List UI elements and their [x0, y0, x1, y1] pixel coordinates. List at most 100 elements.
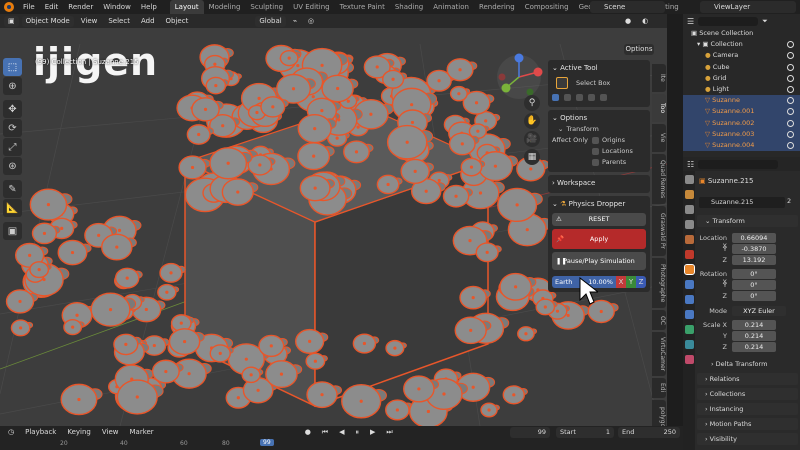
axis-y-toggle[interactable]: Y — [626, 276, 636, 288]
tab-layout[interactable]: Layout — [169, 0, 204, 14]
transform-subpanel[interactable]: ⌄ Transform — [552, 124, 646, 135]
camera-view-icon[interactable]: 🎥 — [524, 131, 540, 147]
eye-icon[interactable] — [787, 85, 794, 93]
pause-playback-icon[interactable]: ⏸ — [352, 427, 364, 438]
menu-edit[interactable]: Edit — [40, 0, 64, 14]
menu-help[interactable]: Help — [136, 0, 162, 14]
instancing-panel-header[interactable]: › Instancing — [697, 403, 798, 415]
visibility-panel-header[interactable]: › Visibility — [697, 433, 798, 445]
perspective-grid-icon[interactable]: ▦ — [524, 149, 540, 165]
snap-icon[interactable]: ⌁ — [289, 16, 301, 27]
sidebar-tab[interactable]: OC — [652, 310, 666, 330]
material-tab-icon[interactable] — [685, 355, 694, 364]
tab-texture-paint[interactable]: Texture Paint — [335, 0, 390, 14]
output-tab-icon[interactable] — [685, 205, 694, 214]
add-cube-tool-icon[interactable]: ▣ — [3, 222, 22, 240]
eye-icon[interactable] — [787, 52, 794, 60]
physics-dropper-title[interactable]: ⌄ ⚗ Physics Dropper — [552, 199, 646, 210]
sidebar-tab[interactable]: Photographe — [652, 258, 666, 308]
timeline-menu-playback[interactable]: Playback — [21, 427, 60, 438]
sidebar-tab[interactable]: Ite — [652, 64, 666, 92]
eye-icon[interactable] — [787, 108, 794, 116]
scale-z-field[interactable]: 0.214 — [732, 342, 776, 352]
tab-rendering[interactable]: Rendering — [474, 0, 520, 14]
outliner-item[interactable]: ▽ Suzanne — [683, 95, 800, 107]
active-tool-title[interactable]: ⌄ Active Tool — [552, 63, 646, 74]
navigation-gizmo[interactable] — [494, 52, 544, 102]
outliner-item[interactable]: ● Grid — [683, 73, 800, 84]
outliner-item[interactable]: ● Light — [683, 84, 800, 95]
eye-icon[interactable] — [787, 74, 794, 82]
viewport-menu-select[interactable]: Select — [104, 16, 134, 27]
orientation-dropdown[interactable]: Global — [255, 15, 286, 27]
viewport-menu-view[interactable]: View — [77, 16, 102, 27]
sidebar-tab[interactable]: Too — [652, 94, 666, 122]
proportional-edit-icon[interactable]: ◎ — [304, 16, 318, 27]
eye-icon[interactable] — [787, 119, 794, 127]
sidebar-tab[interactable]: VirtuCamer — [652, 332, 666, 376]
outliner-search-input[interactable] — [698, 16, 759, 26]
location-y-field[interactable]: -0.3870 — [732, 244, 776, 254]
scale-x-field[interactable]: 0.214 — [732, 320, 776, 330]
cursor-tool-icon[interactable]: ⊕ — [3, 77, 22, 95]
eye-icon[interactable] — [787, 130, 794, 138]
3d-viewport[interactable]: ▣ Object Mode View Select Add Object Glo… — [0, 14, 667, 426]
tab-sculpting[interactable]: Sculpting — [245, 0, 288, 14]
rotation-x-field[interactable]: 0° — [732, 269, 776, 279]
apply-button[interactable]: 📌 Apply — [552, 229, 646, 249]
tab-shading[interactable]: Shading — [390, 0, 428, 14]
pause-play-simulation-button[interactable]: ❚❚ Pause/Play Simulation — [552, 252, 646, 270]
menu-file[interactable]: File — [18, 0, 40, 14]
move-tool-icon[interactable]: ✥ — [3, 100, 22, 118]
object-datablock-field[interactable]: Suzanne.215 — [699, 197, 785, 208]
scene-selector[interactable]: Scene — [590, 1, 665, 13]
scene-tab-icon[interactable] — [685, 235, 694, 244]
location-x-field[interactable]: 0.66094 — [732, 233, 776, 243]
select-box-tool-icon[interactable]: ⬚ — [3, 58, 22, 76]
options-title[interactable]: ⌄ Options — [552, 113, 646, 124]
filter-icon[interactable]: ⏷ — [762, 17, 768, 26]
view-layer-selector[interactable]: ViewLayer — [700, 1, 796, 13]
rotate-tool-icon[interactable]: ⟳ — [3, 119, 22, 137]
rotation-mode-dropdown[interactable]: XYZ Euler — [732, 306, 786, 316]
jump-start-icon[interactable]: ⏮ — [318, 427, 332, 438]
view-layer-tab-icon[interactable] — [685, 220, 694, 229]
select-mode-set-icon[interactable] — [552, 94, 559, 101]
timeline-menu-keying[interactable]: Keying — [63, 427, 95, 438]
render-tab-icon[interactable] — [685, 190, 694, 199]
object-tab-icon[interactable] — [684, 264, 695, 275]
sidebar-tab[interactable]: polygoni — [652, 400, 666, 426]
tab-compositing[interactable]: Compositing — [520, 0, 574, 14]
delta-transform-header[interactable]: › Delta Transform — [697, 358, 798, 370]
timeline-editor-icon[interactable]: ◷ — [4, 427, 18, 438]
collections-panel-header[interactable]: › Collections — [697, 388, 798, 400]
outliner-item[interactable]: ▽ Suzanne.001 — [683, 106, 800, 118]
step-forward-icon[interactable]: ▶ — [366, 427, 379, 438]
location-z-field[interactable]: 13.192 — [732, 255, 776, 265]
particles-tab-icon[interactable] — [685, 295, 694, 304]
constraints-tab-icon[interactable] — [685, 325, 694, 334]
transform-tool-icon[interactable]: ⊛ — [3, 157, 22, 175]
mode-dropdown[interactable]: Object Mode — [21, 15, 74, 27]
tool-tab-icon[interactable] — [685, 175, 694, 184]
pan-hand-icon[interactable]: ✋ — [524, 113, 540, 129]
modifier-tab-icon[interactable] — [685, 280, 694, 289]
blender-logo-icon[interactable] — [4, 2, 14, 12]
select-mode-invert-icon[interactable] — [588, 94, 595, 101]
motion-paths-panel-header[interactable]: › Motion Paths — [697, 418, 798, 430]
reset-button[interactable]: ⚠ RESET — [552, 213, 646, 226]
step-back-icon[interactable]: ◀ — [335, 427, 348, 438]
tab-uv-editing[interactable]: UV Editing — [288, 0, 335, 14]
eye-icon[interactable] — [787, 97, 794, 105]
viewport-menu-add[interactable]: Add — [137, 16, 159, 27]
menu-render[interactable]: Render — [63, 0, 98, 14]
scale-tool-icon[interactable]: ⤢ — [3, 138, 22, 156]
outliner-editor-icon[interactable]: ☰ — [687, 17, 694, 26]
relations-panel-header[interactable]: › Relations — [697, 373, 798, 385]
sidebar-tab[interactable]: Quad Remes — [652, 154, 666, 204]
select-mode-extend-icon[interactable] — [564, 94, 571, 101]
editor-type-button[interactable]: ▣ — [4, 15, 19, 27]
timeline-menu-marker[interactable]: Marker — [125, 427, 157, 438]
scale-y-field[interactable]: 0.214 — [732, 331, 776, 341]
origins-checkbox[interactable] — [592, 137, 599, 144]
